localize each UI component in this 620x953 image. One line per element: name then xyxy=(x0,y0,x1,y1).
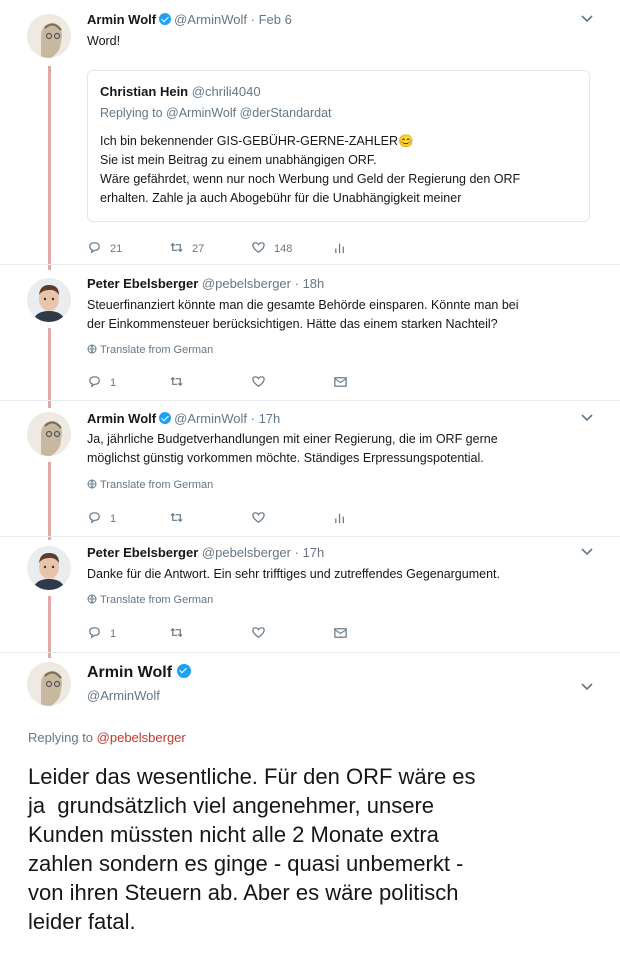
chevron-down-icon[interactable] xyxy=(580,682,596,694)
avatar[interactable] xyxy=(27,546,71,590)
main-tweet-text: Leider das wesentliche. Für den ORF wäre… xyxy=(28,764,476,934)
chevron-down-icon[interactable] xyxy=(580,413,596,425)
tweet-text: Ja, jährliche Budgetverhandlungen mit ei… xyxy=(87,432,498,465)
tweet-time[interactable]: · 17h xyxy=(295,545,325,560)
chevron-down-icon[interactable] xyxy=(580,14,596,26)
message-button[interactable] xyxy=(333,374,356,390)
author-name[interactable]: Armin Wolf xyxy=(87,12,156,27)
globe-icon xyxy=(87,479,97,489)
replying-to: Replying to @pebelsberger xyxy=(28,730,186,745)
thread-line xyxy=(48,596,51,658)
retweet-icon xyxy=(170,512,183,523)
chevron-down-icon[interactable] xyxy=(580,547,596,559)
like-button[interactable] xyxy=(251,374,274,390)
retweet-button[interactable] xyxy=(169,374,192,390)
reply-icon xyxy=(89,512,100,524)
retweet-button[interactable] xyxy=(169,510,192,526)
thread-line xyxy=(48,328,51,408)
reply-icon xyxy=(89,627,100,639)
tweet-header: Peter Ebelsberger @pebelsberger · 17h xyxy=(87,545,324,560)
retweet-icon xyxy=(170,376,183,387)
tweet-actions: 1 xyxy=(87,374,387,390)
heart-icon xyxy=(252,376,265,387)
divider xyxy=(0,400,620,401)
translate-link[interactable]: Translate from German xyxy=(87,344,213,356)
retweet-button[interactable] xyxy=(169,625,192,641)
tweet-header: Armin Wolf @ArminWolf · 17h xyxy=(87,411,280,426)
translate-link[interactable]: Translate from German xyxy=(87,594,213,606)
analytics-icon xyxy=(335,243,344,254)
quote-author-handle: @chrili4040 xyxy=(191,84,261,99)
translate-link[interactable]: Translate from German xyxy=(87,479,213,491)
analytics-icon xyxy=(335,513,344,524)
retweet-button[interactable]: 27 xyxy=(169,240,204,256)
quoted-tweet[interactable]: Christian Hein @chrili4040 Replying to @… xyxy=(87,70,590,222)
tweet-text: Danke für die Antwort. Ein sehr trifftig… xyxy=(87,567,500,581)
analytics-button[interactable] xyxy=(333,510,356,526)
reply-icon xyxy=(89,242,100,254)
reply-button[interactable]: 1 xyxy=(87,374,116,390)
analytics-button[interactable] xyxy=(333,240,356,256)
tweet-time[interactable]: · 17h xyxy=(251,411,281,426)
author-name[interactable]: Peter Ebelsberger xyxy=(87,276,198,291)
like-button[interactable]: 148 xyxy=(251,240,292,256)
author-name[interactable]: Peter Ebelsberger xyxy=(87,545,198,560)
tweet-time[interactable]: · Feb 6 xyxy=(251,12,292,27)
replying-to-handle[interactable]: @pebelsberger xyxy=(97,730,186,745)
heart-icon xyxy=(252,242,265,253)
divider xyxy=(0,652,620,653)
avatar[interactable] xyxy=(27,662,71,706)
thread-line xyxy=(48,66,51,270)
tweet-actions: 1 xyxy=(87,510,387,526)
like-button[interactable] xyxy=(251,510,274,526)
author-handle[interactable]: @pebelsberger xyxy=(202,276,291,291)
heart-icon xyxy=(252,512,265,523)
envelope-icon xyxy=(334,628,347,638)
tweet-actions: 21 27 148 xyxy=(87,240,387,256)
retweet-icon xyxy=(170,242,183,253)
main-author-name[interactable]: Armin Wolf xyxy=(87,664,194,682)
author-handle[interactable]: @ArminWolf xyxy=(174,12,247,27)
message-button[interactable] xyxy=(333,625,356,641)
tweet-text: Word! xyxy=(87,34,121,48)
tweet-time[interactable]: · 18h xyxy=(295,276,325,291)
verified-icon xyxy=(159,412,172,424)
heart-icon xyxy=(252,627,265,638)
tweet-actions: 1 xyxy=(87,625,387,641)
verified-icon xyxy=(177,664,192,678)
reply-icon xyxy=(89,376,100,388)
tweet-header: Peter Ebelsberger @pebelsberger · 18h xyxy=(87,276,324,291)
author-handle[interactable]: @ArminWolf xyxy=(174,411,247,426)
retweet-icon xyxy=(170,627,183,638)
quote-header: Christian Hein @chrili4040 xyxy=(100,84,261,99)
avatar[interactable] xyxy=(27,412,71,456)
quote-text: Ich bin bekennender GIS-GEBÜHR-GERNE-ZAH… xyxy=(100,134,521,205)
main-author-handle[interactable]: @ArminWolf xyxy=(87,688,160,703)
avatar[interactable] xyxy=(27,278,71,322)
reply-button[interactable]: 1 xyxy=(87,625,116,641)
globe-icon xyxy=(87,594,97,604)
tweet-header: Armin Wolf @ArminWolf · Feb 6 xyxy=(87,12,292,27)
divider xyxy=(0,264,620,265)
quote-replying-to: Replying to @ArminWolf @derStandardat xyxy=(100,106,332,120)
globe-icon xyxy=(87,344,97,354)
tweet-text: Steuerfinanziert könnte man die gesamte … xyxy=(87,298,519,331)
envelope-icon xyxy=(334,377,347,387)
like-button[interactable] xyxy=(251,625,274,641)
author-handle[interactable]: @pebelsberger xyxy=(202,545,291,560)
reply-button[interactable]: 21 xyxy=(87,240,122,256)
quote-author-name: Christian Hein xyxy=(100,84,189,99)
author-name[interactable]: Armin Wolf xyxy=(87,411,156,426)
avatar[interactable] xyxy=(27,14,71,58)
thread-line xyxy=(48,462,51,540)
reply-button[interactable]: 1 xyxy=(87,510,116,526)
divider xyxy=(0,536,620,537)
verified-icon xyxy=(159,13,172,25)
